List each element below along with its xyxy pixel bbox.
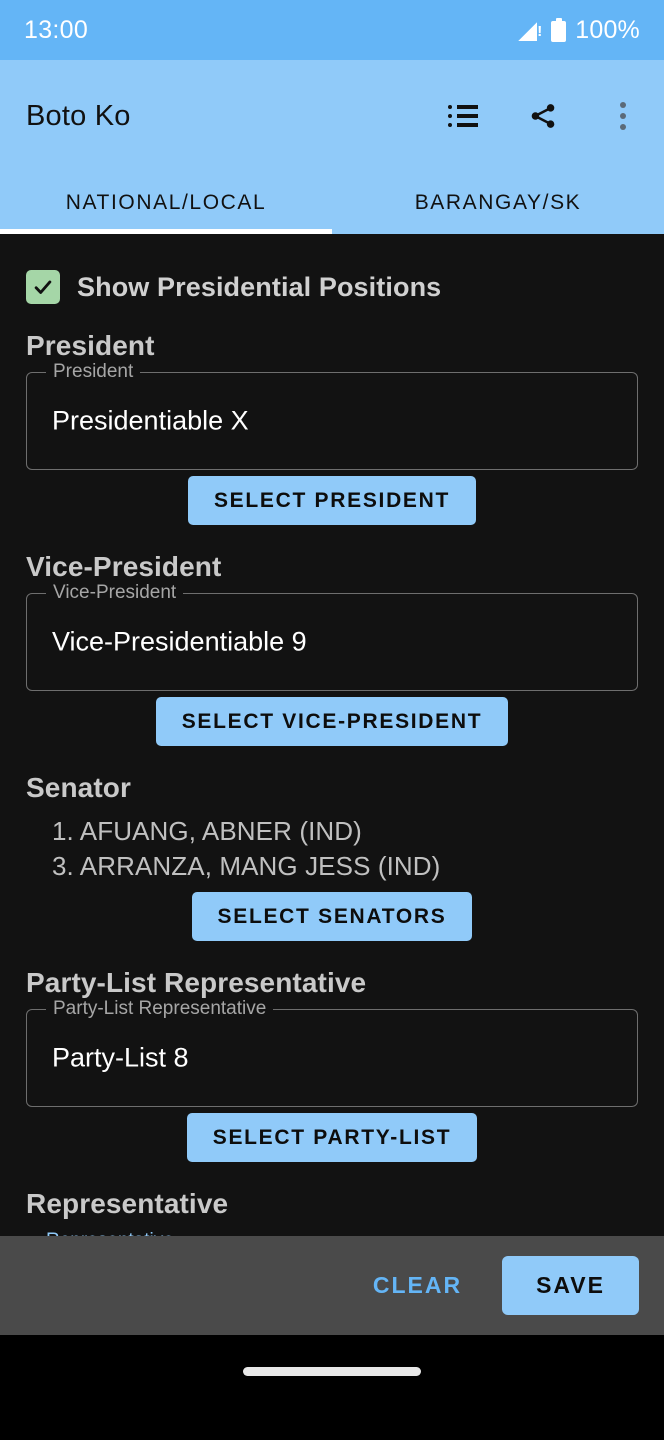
overflow-menu-icon[interactable]	[606, 99, 640, 133]
vice-president-field-value: Vice-Presidentiable 9	[52, 626, 307, 657]
party-list-field-value: Party-List 8	[52, 1042, 189, 1073]
select-vice-president-button[interactable]: SELECT VICE-PRESIDENT	[155, 697, 509, 746]
status-time: 13:00	[24, 15, 89, 44]
app-bar-actions	[446, 99, 640, 133]
select-president-button[interactable]: SELECT PRESIDENT	[187, 476, 477, 525]
section-heading-vice-president: Vice-President	[26, 551, 222, 582]
show-presidential-label: Show Presidential Positions	[77, 271, 442, 302]
vice-president-field-label: Vice-President	[46, 582, 184, 604]
show-presidential-checkbox[interactable]	[26, 270, 60, 304]
president-field-label: President	[46, 361, 141, 383]
president-field-value: Presidentiable X	[52, 405, 249, 436]
app-bar: Boto Ko	[0, 60, 664, 172]
select-vice-president-row: SELECT VICE-PRESIDENT	[26, 697, 638, 746]
president-field[interactable]: President Presidentiable X	[26, 361, 638, 470]
section-heading-senator: Senator	[26, 772, 131, 803]
tab-barangay-sk[interactable]: BARANGAY/SK	[332, 172, 664, 234]
party-list-field-label: Party-List Representative	[46, 997, 274, 1020]
tab-national-local[interactable]: NATIONAL/LOCAL	[0, 172, 332, 234]
save-button[interactable]: SAVE	[502, 1256, 639, 1315]
vice-president-field[interactable]: Vice-President Vice-Presidentiable 9	[26, 582, 638, 691]
status-bar: 13:00 ! 100%	[0, 0, 664, 60]
select-party-list-row: SELECT PARTY-LIST	[26, 1112, 638, 1162]
select-party-list-button[interactable]: SELECT PARTY-LIST	[186, 1112, 478, 1162]
select-senators-button[interactable]: SELECT SENATORS	[191, 891, 473, 941]
party-list-field[interactable]: Party-List Representative Party-List 8	[26, 997, 638, 1107]
battery-full-icon	[551, 18, 567, 42]
show-presidential-positions-row[interactable]: Show Presidential Positions	[26, 270, 638, 304]
share-icon[interactable]	[526, 99, 560, 133]
signal-no-service-icon: !	[518, 19, 542, 41]
clear-button[interactable]: CLEAR	[357, 1260, 478, 1311]
check-icon	[34, 280, 52, 294]
senator-selection-list: 1. AFUANG, ABNER (IND) 3. ARRANZA, MANG …	[52, 814, 638, 884]
select-senators-row: SELECT SENATORS	[26, 891, 638, 941]
select-president-row: SELECT PRESIDENT	[26, 476, 638, 525]
section-heading-representative: Representative	[26, 1187, 229, 1219]
gesture-handle[interactable]	[243, 1367, 421, 1376]
list-item: 1. AFUANG, ABNER (IND)	[52, 816, 362, 846]
app-title: Boto Ko	[26, 99, 131, 132]
list-view-icon[interactable]	[446, 99, 480, 133]
app-screen: 13:00 ! 100% Boto Ko NATIONAL/LOCAL BARA…	[0, 0, 664, 1440]
battery-percent: 100%	[575, 15, 640, 44]
list-item: 3. ARRANZA, MANG JESS (IND)	[52, 850, 441, 881]
navigation-bar	[0, 1335, 664, 1440]
status-icons: ! 100%	[518, 16, 640, 45]
bottom-action-bar: CLEAR SAVE	[0, 1236, 664, 1335]
section-heading-president: President	[26, 330, 155, 361]
section-heading-party-list: Party-List Representative	[26, 966, 367, 998]
tab-bar: NATIONAL/LOCAL BARANGAY/SK	[0, 172, 664, 234]
